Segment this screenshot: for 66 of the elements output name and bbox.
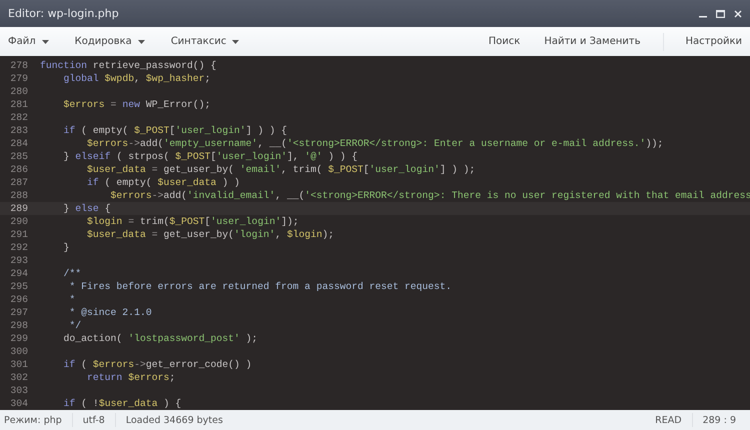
code-text: $user_data = get_user_by( 'email', trim( $_POST['user_login'] ) );	[86, 163, 476, 176]
code-text: return $errors;	[86, 371, 176, 384]
menu-item[interactable]: Найти и Заменить	[520, 36, 641, 47]
line-number: 301	[9, 358, 29, 371]
line-number: 304	[9, 397, 29, 410]
line-number: 295	[9, 280, 29, 293]
encoding-label: utf-8	[82, 414, 106, 426]
code-text: }	[62, 241, 70, 254]
code-text: $login = trim($_POST['user_login']);	[86, 215, 299, 228]
code-text: $errors = new WP_Error();	[62, 98, 211, 111]
code-text: do_action( 'lostpassword_post' );	[62, 332, 258, 345]
line-number: 291	[9, 228, 29, 241]
access-mode: READ	[654, 414, 683, 426]
line-number: 293	[9, 254, 29, 267]
line-number: 296	[9, 293, 29, 306]
line-number: 280	[9, 85, 29, 98]
caret-icon	[138, 40, 145, 44]
code-text: */	[68, 319, 82, 332]
line-number: 292	[9, 241, 29, 254]
code-text: } elseif ( strpos( $_POST['user_login'], '@' ) ) {	[62, 150, 358, 163]
code-text: } else {	[62, 202, 111, 215]
caret-icon	[232, 40, 240, 44]
close-icon[interactable]	[734, 10, 742, 18]
code-text: * @since 2.1.0	[68, 306, 152, 319]
line-number: 297	[9, 306, 29, 319]
line-number: 288	[9, 189, 29, 202]
code-text: $errors->add('empty_username', __('<strong>ERROR</strong>: Enter a username or e-mail address.'));	[86, 137, 664, 150]
line-number: 299	[9, 332, 29, 345]
line-number: 290	[9, 215, 29, 228]
line-number: 298	[9, 319, 29, 332]
code-text: if ( !$user_data ) {	[62, 397, 182, 410]
code-text: function retrieve_password() {	[39, 59, 216, 72]
line-number: 289	[9, 202, 29, 215]
maximize-icon[interactable]	[716, 10, 725, 18]
line-number: 283	[9, 124, 29, 137]
code-text: $user_data = get_user_by('login', $login);	[86, 228, 334, 241]
code-text: if ( empty( $_POST['user_login'] ) ) {	[62, 124, 287, 137]
caret-icon	[42, 40, 49, 44]
line-number: 300	[9, 345, 29, 358]
menu-item[interactable]: Настройки	[662, 36, 742, 47]
line-number: 286	[9, 163, 29, 176]
mode-label: Режим: php	[4, 414, 63, 426]
cursor-position: 289 : 9	[702, 414, 737, 426]
line-number: 282	[9, 111, 29, 124]
code-text: if ( empty( $user_data ) )	[86, 176, 240, 189]
line-number: 281	[9, 98, 29, 111]
menu-item[interactable]: Файл	[8, 36, 49, 47]
line-number: 287	[9, 176, 29, 189]
line-number: 284	[9, 137, 29, 150]
code-text: * Fires before errors are returned from a password reset request.	[68, 280, 452, 293]
code-text: /**	[62, 267, 82, 280]
line-number: 279	[9, 72, 29, 85]
window-title: Editor: wp-login.php	[8, 7, 120, 20]
code-text: *	[68, 293, 76, 306]
status-message: Loaded 34669 bytes	[124, 414, 224, 426]
code-text: if ( $errors->get_error_code() )	[62, 358, 252, 371]
menu-item[interactable]: Синтаксис	[170, 36, 240, 47]
code-text: global $wpdb, $wp_hasher;	[62, 72, 211, 85]
line-number: 294	[9, 267, 29, 280]
menu-item[interactable]: Кодировка	[74, 36, 145, 47]
menu-item[interactable]: Поиск	[464, 36, 520, 47]
line-number: 302	[9, 371, 29, 384]
code-editor[interactable]	[0, 57, 750, 410]
line-number: 303	[9, 384, 29, 397]
line-number: 278	[9, 59, 29, 72]
line-number: 285	[9, 150, 29, 163]
